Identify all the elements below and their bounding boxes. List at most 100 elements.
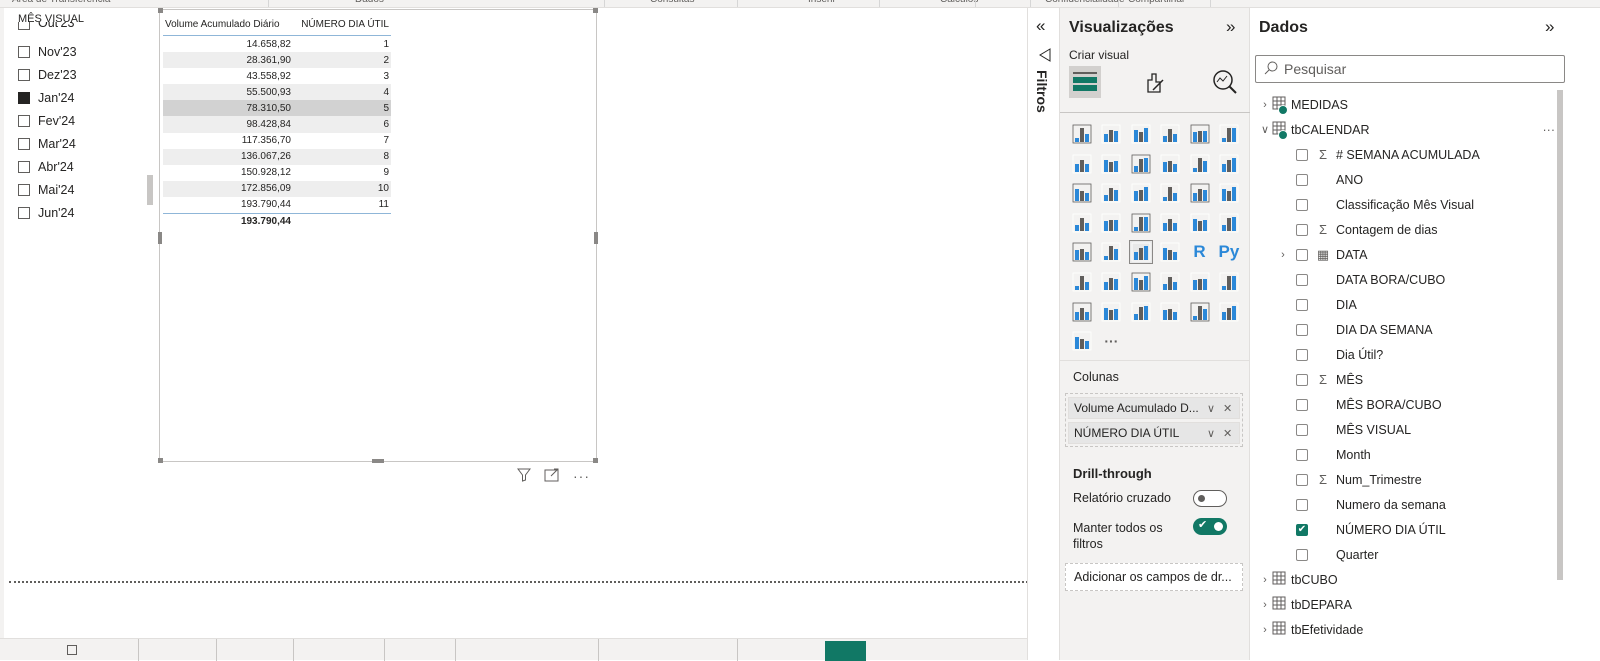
- slicer-item[interactable]: Nov'23: [18, 44, 77, 60]
- field-checkbox[interactable]: [1296, 498, 1308, 511]
- field-checkbox[interactable]: [1296, 198, 1308, 211]
- checkbox[interactable]: [18, 184, 30, 196]
- power-slicer-icon[interactable]: [1100, 301, 1122, 323]
- filled-map-icon[interactable]: [1100, 212, 1122, 234]
- analytics-icon[interactable]: [1209, 66, 1241, 98]
- table-node[interactable]: › tbDEPARA: [1250, 592, 1555, 617]
- chevron-right-icon[interactable]: ›: [1258, 599, 1272, 611]
- chevron-down-icon[interactable]: ∨: [1207, 402, 1223, 415]
- filters-label[interactable]: Filtros: [1034, 70, 1050, 113]
- power-automate-icon[interactable]: [1159, 301, 1181, 323]
- column-field-pill[interactable]: NÚMERO DIA ÚTIL ∨ ✕: [1068, 422, 1240, 444]
- chevron-right-icon[interactable]: ›: [1258, 574, 1272, 586]
- field-node[interactable]: DIA: [1250, 292, 1555, 317]
- field-node[interactable]: DIA DA SEMANA: [1250, 317, 1555, 342]
- field-checkbox[interactable]: [1296, 473, 1308, 486]
- slicer-item[interactable]: Mai'24: [18, 182, 74, 198]
- more-options-icon[interactable]: ···: [1543, 123, 1556, 137]
- data-pane-scrollbar[interactable]: [1557, 90, 1563, 580]
- field-node[interactable]: Quarter: [1250, 542, 1555, 567]
- field-checkbox[interactable]: [1296, 348, 1308, 361]
- slicer-item[interactable]: Abr'24: [18, 159, 74, 175]
- slicer-item[interactable]: Jun'24: [18, 205, 74, 221]
- stacked-column-icon[interactable]: [1100, 123, 1122, 145]
- field-node[interactable]: Σ MÊS: [1250, 367, 1555, 392]
- line-clustered-column-icon[interactable]: [1159, 153, 1181, 175]
- field-node[interactable]: › ▦ DATA: [1250, 242, 1555, 267]
- chevron-right-icon[interactable]: ›: [1258, 624, 1272, 636]
- 100-bar-icon[interactable]: [1189, 123, 1211, 145]
- slicer-item[interactable]: Dez'23: [18, 67, 77, 83]
- field-checkbox[interactable]: ✔: [1296, 523, 1308, 536]
- line-stacked-column-icon[interactable]: [1189, 153, 1211, 175]
- power-apps-icon[interactable]: [1130, 301, 1152, 323]
- search-input[interactable]: Pesquisar: [1255, 55, 1565, 83]
- multi-row-card-icon[interactable]: [1218, 212, 1240, 234]
- table-row[interactable]: 43.558,92 3: [163, 68, 391, 84]
- checkbox[interactable]: [18, 138, 30, 150]
- table-node[interactable]: ∨ tbCALENDAR ···: [1250, 117, 1555, 142]
- field-node[interactable]: ✔ NÚMERO DIA ÚTIL: [1250, 517, 1555, 542]
- format-visual-icon[interactable]: [1139, 66, 1171, 98]
- checkbox[interactable]: [18, 92, 30, 104]
- focus-mode-icon[interactable]: [544, 468, 560, 485]
- remove-icon[interactable]: ✕: [1223, 402, 1239, 415]
- field-checkbox[interactable]: [1296, 248, 1308, 261]
- field-node[interactable]: Σ # SEMANA ACUMULADA: [1250, 142, 1555, 167]
- qna-icon[interactable]: [1130, 271, 1152, 293]
- slicer-icon[interactable]: [1100, 241, 1122, 263]
- table-row[interactable]: 117.356,70 7: [163, 133, 391, 149]
- field-checkbox[interactable]: [1296, 423, 1308, 436]
- area-icon[interactable]: [1100, 153, 1122, 175]
- slicer-item[interactable]: Mar'24: [18, 136, 76, 152]
- scatter-icon[interactable]: [1130, 182, 1152, 204]
- smart-narrative-icon[interactable]: [1159, 271, 1181, 293]
- slicer-item[interactable]: Fev'24: [18, 113, 75, 129]
- field-checkbox[interactable]: [1296, 273, 1308, 286]
- slicer-scrollbar[interactable]: [147, 175, 153, 205]
- column-header[interactable]: NÚMERO DIA ÚTIL: [296, 19, 391, 30]
- table-row[interactable]: 172.856,09 10: [163, 180, 391, 197]
- field-node[interactable]: Month: [1250, 442, 1555, 467]
- chevron-down-icon[interactable]: ∨: [1207, 427, 1223, 440]
- ribbon-icon[interactable]: [1218, 153, 1240, 175]
- table-icon[interactable]: [1128, 240, 1153, 265]
- trophy-icon[interactable]: [1189, 271, 1211, 293]
- field-checkbox[interactable]: [1296, 373, 1308, 386]
- keep-filters-toggle[interactable]: ✔: [1193, 518, 1227, 535]
- paginated-icon[interactable]: [1218, 271, 1240, 293]
- field-node[interactable]: DATA BORA/CUBO: [1250, 267, 1555, 292]
- field-checkbox[interactable]: [1296, 223, 1308, 236]
- matrix-icon[interactable]: [1159, 241, 1181, 263]
- pro-visual-icon[interactable]: [1071, 330, 1093, 352]
- clustered-column-icon[interactable]: [1159, 123, 1181, 145]
- slicer-item[interactable]: Jan'24: [18, 90, 74, 106]
- table-row[interactable]: 78.310,50 5: [163, 100, 391, 117]
- add-drillthrough-fields-well[interactable]: Adicionar os campos de dr...: [1065, 563, 1243, 591]
- checkbox[interactable]: [18, 69, 30, 81]
- field-checkbox[interactable]: [1296, 448, 1308, 461]
- table-visual[interactable]: Volume Acumulado Diário NÚMERO DIA ÚTIL …: [158, 8, 598, 463]
- 100-column-icon[interactable]: [1218, 123, 1240, 145]
- stacked-bar-icon[interactable]: [1071, 123, 1093, 145]
- field-node[interactable]: Dia Útil?: [1250, 342, 1555, 367]
- field-node[interactable]: Classificação Mês Visual: [1250, 192, 1555, 217]
- pie-icon[interactable]: [1159, 182, 1181, 204]
- slicer-item[interactable]: Out'23: [18, 22, 74, 30]
- field-checkbox[interactable]: [1296, 323, 1308, 336]
- r-icon[interactable]: R: [1189, 241, 1211, 263]
- chevron-right-icon[interactable]: ›: [1258, 99, 1272, 111]
- donut-icon[interactable]: [1189, 182, 1211, 204]
- table-row[interactable]: 98.428,84 6: [163, 116, 391, 133]
- gauge-icon[interactable]: [1159, 212, 1181, 234]
- column-field-pill[interactable]: Volume Acumulado D... ∨ ✕: [1068, 397, 1240, 419]
- table-row[interactable]: 55.500,93 4: [163, 84, 391, 101]
- funnel-icon[interactable]: [1100, 182, 1122, 204]
- table-row[interactable]: 28.361,90 2: [163, 52, 391, 69]
- field-checkbox[interactable]: [1296, 148, 1308, 161]
- collapse-pane-icon[interactable]: »: [1226, 17, 1235, 37]
- key-influencers-icon[interactable]: [1071, 271, 1093, 293]
- field-checkbox[interactable]: [1296, 298, 1308, 311]
- field-checkbox[interactable]: [1296, 548, 1308, 561]
- remove-icon[interactable]: ✕: [1223, 427, 1239, 440]
